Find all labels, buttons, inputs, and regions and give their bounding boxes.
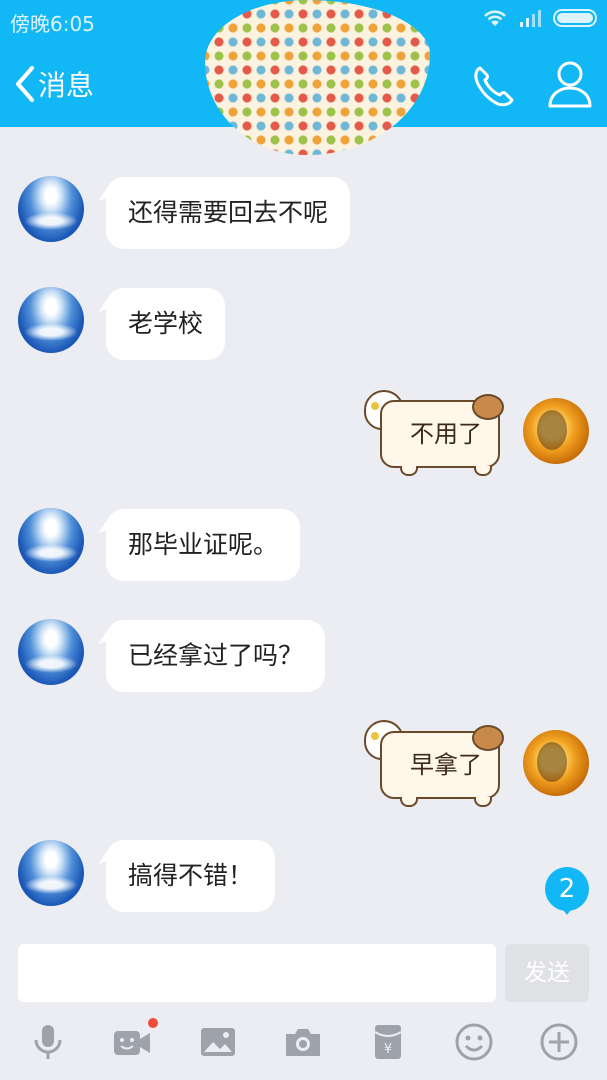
camera-icon	[286, 1029, 320, 1056]
contact-avatar[interactable]	[18, 619, 84, 685]
cat-paw	[400, 466, 418, 476]
new-indicator-dot	[148, 1018, 158, 1028]
phone-icon	[474, 66, 514, 107]
unread-count-badge[interactable]: 2	[545, 867, 589, 915]
phone-call-button[interactable]	[470, 62, 518, 110]
emoji-icon	[455, 1023, 493, 1061]
voice-button[interactable]	[26, 1020, 70, 1064]
signal-icon	[520, 10, 541, 27]
cat-paw	[474, 797, 492, 807]
input-area: 发送 ¥	[0, 930, 607, 1080]
my-avatar[interactable]	[523, 730, 589, 796]
message-bubble-incoming[interactable]: 那毕业证呢。	[106, 509, 301, 581]
message-bubble-incoming[interactable]: 老学校	[106, 288, 226, 360]
cat-paw	[400, 797, 418, 807]
back-button[interactable]: 消息	[14, 62, 94, 106]
person-icon	[548, 61, 592, 108]
microphone-icon	[34, 1025, 62, 1059]
chevron-left-icon	[16, 66, 34, 102]
red-packet-button[interactable]: ¥	[366, 1020, 410, 1064]
message-bubble-outgoing[interactable]: 不用了	[380, 394, 504, 468]
video-call-icon	[114, 1031, 150, 1055]
contact-avatar[interactable]	[18, 287, 84, 353]
plus-icon	[540, 1023, 578, 1061]
wifi-icon	[484, 10, 506, 26]
input-toolbar: ¥	[0, 1018, 607, 1070]
status-time: 傍晚6:05	[10, 12, 95, 36]
contact-avatar[interactable]	[18, 840, 84, 906]
svg-text:¥: ¥	[384, 1042, 392, 1057]
image-icon	[201, 1028, 235, 1056]
message-bubble-outgoing[interactable]: 早拿了	[380, 725, 504, 799]
red-packet-icon: ¥	[374, 1025, 402, 1059]
decorative-sticker	[205, 0, 430, 155]
my-avatar[interactable]	[523, 398, 589, 464]
back-label: 消息	[38, 69, 95, 102]
message-bubble-incoming[interactable]: 已经拿过了吗？	[106, 620, 326, 692]
video-call-button[interactable]	[110, 1018, 158, 1064]
camera-button[interactable]	[281, 1020, 325, 1064]
battery-icon	[553, 9, 597, 27]
contact-avatar[interactable]	[18, 508, 84, 574]
contact-avatar[interactable]	[18, 176, 84, 242]
profile-button[interactable]	[546, 58, 594, 110]
status-icons	[481, 8, 597, 28]
emoji-button[interactable]	[452, 1020, 496, 1064]
more-button[interactable]	[537, 1020, 581, 1064]
message-input[interactable]	[18, 944, 496, 1002]
message-bubble-incoming[interactable]: 搞得不错！	[106, 840, 276, 912]
cat-paw	[474, 466, 492, 476]
image-button[interactable]	[196, 1020, 240, 1064]
send-button[interactable]: 发送	[505, 944, 589, 1002]
message-bubble-incoming[interactable]: 还得需要回去不呢	[106, 177, 351, 249]
